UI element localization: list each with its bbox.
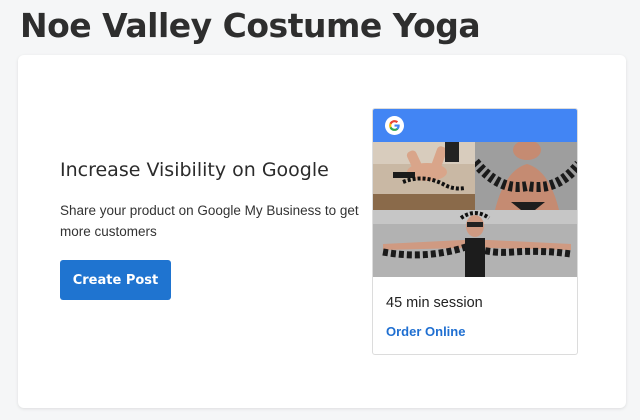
preview-post-title: 45 min session bbox=[386, 295, 483, 311]
post-photo-pose bbox=[373, 142, 475, 210]
post-photo-arms-spread bbox=[373, 210, 577, 277]
preview-header bbox=[373, 109, 577, 142]
google-g-icon bbox=[385, 116, 404, 135]
promo-description: Share your product on Google My Business… bbox=[60, 203, 359, 239]
promo-heading: Increase Visibility on Google bbox=[60, 159, 329, 181]
page-title: Noe Valley Costume Yoga bbox=[20, 6, 481, 45]
post-photo-collage bbox=[373, 142, 577, 277]
google-post-preview: 45 min session Order Online bbox=[372, 108, 578, 355]
post-photo-boa bbox=[475, 142, 577, 210]
create-post-button[interactable]: Create Post bbox=[60, 260, 171, 300]
order-online-link[interactable]: Order Online bbox=[386, 324, 465, 339]
promo-card: Increase Visibility on Google Share your… bbox=[18, 55, 626, 408]
